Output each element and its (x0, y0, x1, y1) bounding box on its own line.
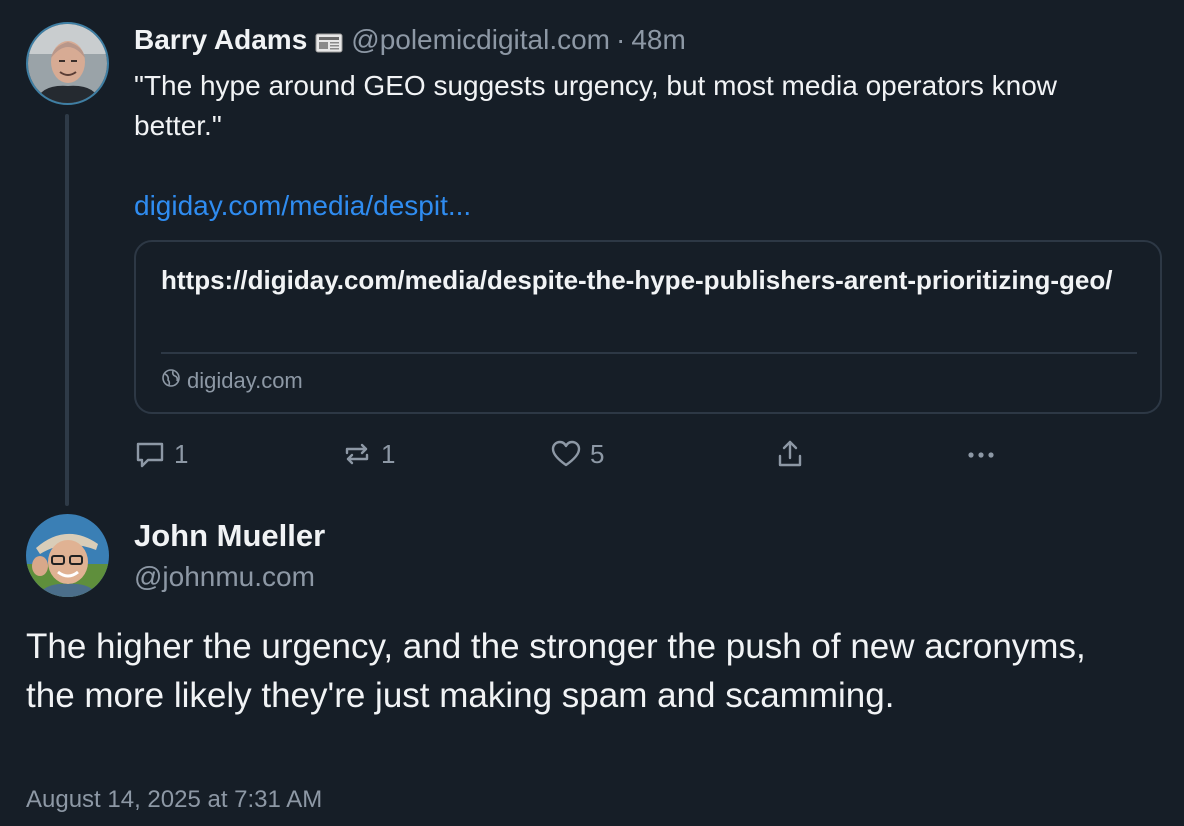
repost-button[interactable]: 1 (341, 436, 395, 472)
more-icon (964, 438, 998, 470)
john-mueller-avatar[interactable] (26, 514, 109, 597)
main-author-name[interactable]: John Mueller (134, 518, 325, 554)
barry-adams-avatar[interactable] (26, 22, 109, 105)
heart-icon (550, 438, 582, 470)
link-card-domain: digiday.com (187, 368, 303, 393)
repost-icon (341, 438, 373, 470)
parent-post-text: "The hype around GEO suggests urgency, b… (134, 70, 1058, 141)
share-icon (774, 438, 806, 470)
globe-icon (161, 368, 181, 394)
parent-post-time[interactable]: 48m (631, 24, 685, 56)
parent-author-handle[interactable]: @polemicdigital.com (351, 24, 610, 56)
reply-icon (134, 438, 166, 470)
parent-author-name[interactable]: Barry Adams (134, 24, 307, 56)
like-count: 5 (590, 438, 605, 469)
more-options-button[interactable] (964, 436, 998, 472)
parent-post-link[interactable]: digiday.com/media/despit... (134, 186, 471, 226)
link-preview-card[interactable]: https://digiday.com/media/despite-the-hy… (134, 240, 1162, 414)
link-card-domain-row: digiday.com (161, 366, 303, 396)
link-card-url: https://digiday.com/media/despite-the-hy… (161, 265, 1113, 295)
main-post-date[interactable]: August 14, 2025 at 7:31 AM (26, 786, 322, 814)
reply-count: 1 (174, 438, 189, 469)
repost-count: 1 (381, 438, 396, 469)
link-card-divider (161, 352, 1137, 354)
post-actions-bar: 1 1 5 (134, 436, 1034, 472)
parent-post-header: Barry Adams @polemicdigital.com · 48m (134, 22, 686, 58)
thread-connector-line (65, 114, 69, 506)
share-button[interactable] (774, 436, 806, 472)
main-post-text: The higher the urgency, and the stronger… (26, 627, 1086, 715)
like-button[interactable]: 5 (550, 436, 604, 472)
reply-button[interactable]: 1 (134, 436, 188, 472)
main-author-handle[interactable]: @johnmu.com (134, 561, 315, 593)
newspaper-emoji-icon (315, 29, 343, 53)
header-separator: · (616, 24, 626, 55)
